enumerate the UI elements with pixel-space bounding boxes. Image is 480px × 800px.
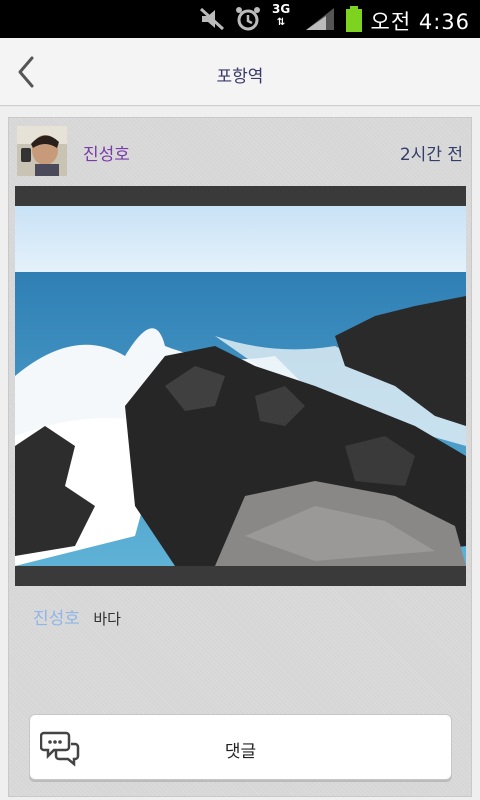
post-card: 진성호 2시간 전 진성호 바다 댓글	[8, 117, 472, 797]
clock: 오전 4:36	[370, 10, 470, 34]
caption-author[interactable]: 진성호	[33, 609, 80, 629]
header: 포항역	[0, 38, 480, 106]
status-bar: 3G ⇅ 오전 4:36	[0, 0, 480, 38]
alarm-icon	[236, 7, 260, 31]
page-title: 포항역	[216, 67, 264, 87]
avatar[interactable]	[17, 126, 67, 176]
comment-label: 댓글	[224, 742, 257, 762]
signal-icon	[306, 8, 334, 30]
author-name[interactable]: 진성호	[83, 140, 130, 165]
post-time: 2시간 전	[399, 145, 463, 165]
feed: 진성호 2시간 전 진성호 바다 댓글	[0, 107, 480, 800]
caption-text: 바다	[93, 610, 121, 628]
comment-button[interactable]: 댓글	[29, 714, 452, 780]
network-indicator: 3G ⇅	[272, 2, 291, 29]
post-caption: 진성호 바다	[33, 604, 121, 629]
mute-icon	[199, 7, 225, 31]
photo-frame	[15, 186, 466, 586]
battery-icon	[346, 6, 362, 32]
post-photo[interactable]	[15, 206, 466, 566]
